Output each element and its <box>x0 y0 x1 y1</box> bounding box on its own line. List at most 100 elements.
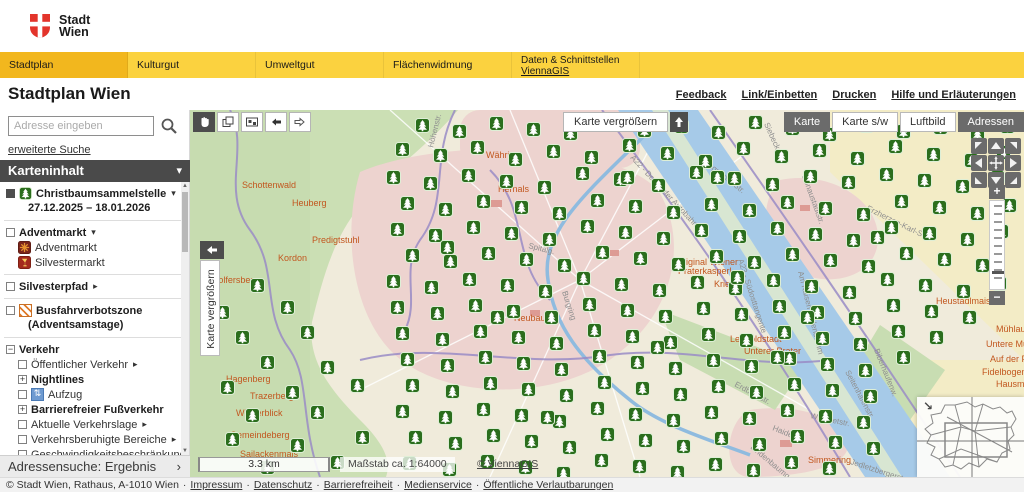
scrollbar-thumb[interactable] <box>182 192 188 252</box>
tree-marker[interactable] <box>927 148 941 162</box>
tree-marker[interactable] <box>829 436 843 450</box>
tree-marker[interactable] <box>441 359 455 373</box>
tree-marker[interactable] <box>859 364 873 378</box>
tree-marker[interactable] <box>781 196 795 210</box>
tree-marker[interactable] <box>691 276 705 290</box>
tree-marker[interactable] <box>236 331 250 345</box>
tree-marker[interactable] <box>633 460 647 474</box>
footer-link-impressum[interactable]: Impressum <box>190 479 242 491</box>
tree-marker[interactable] <box>585 151 599 165</box>
tree-marker[interactable] <box>449 437 463 451</box>
tree-marker[interactable] <box>821 358 835 372</box>
tree-marker[interactable] <box>805 280 819 294</box>
layer-list-scrollbar[interactable]: ▲ ▼ <box>181 182 189 455</box>
tree-marker[interactable] <box>477 195 491 209</box>
tab-flaechenwidmung[interactable]: Flächenwidmung <box>384 52 512 78</box>
tree-marker[interactable] <box>925 305 939 319</box>
karteninhalt-header[interactable]: Karteninhalt ▾ <box>0 160 190 182</box>
tree-marker[interactable] <box>880 168 894 182</box>
drucken-link[interactable]: Drucken <box>832 89 876 101</box>
tree-marker[interactable] <box>543 233 557 247</box>
tree-marker[interactable] <box>819 410 833 424</box>
tree-marker[interactable] <box>737 142 751 156</box>
tree-marker[interactable] <box>733 230 747 244</box>
tree-marker[interactable] <box>387 171 401 185</box>
tree-marker[interactable] <box>804 170 818 184</box>
tree-marker[interactable] <box>871 231 885 245</box>
tree-marker[interactable] <box>520 253 534 267</box>
tree-marker[interactable] <box>710 250 724 264</box>
tree-marker[interactable] <box>281 301 295 315</box>
pan-northeast-button[interactable] <box>1005 138 1021 154</box>
layer-item-ffentlicher-verkehr[interactable]: Öffentlicher Verkehr▸ <box>0 357 182 372</box>
tree-marker[interactable] <box>919 279 933 293</box>
tree-marker[interactable] <box>773 300 787 314</box>
tree-marker[interactable] <box>391 223 405 237</box>
tree-marker[interactable] <box>583 298 597 312</box>
tree-marker[interactable] <box>446 385 460 399</box>
layer-item-aktuelle-verkehrslage[interactable]: Aktuelle Verkehrslage▸ <box>0 417 182 432</box>
tree-marker[interactable] <box>892 325 906 339</box>
tree-marker[interactable] <box>226 433 240 447</box>
view-button-karte[interactable]: Karte <box>784 112 830 132</box>
feedback-link[interactable]: Feedback <box>676 89 727 101</box>
tree-marker[interactable] <box>702 328 716 342</box>
tree-marker[interactable] <box>505 227 519 241</box>
tree-marker[interactable] <box>491 311 505 325</box>
collapse-up-button[interactable] <box>670 112 688 132</box>
tree-marker[interactable] <box>847 234 861 248</box>
tree-marker[interactable] <box>261 356 275 370</box>
tree-marker[interactable] <box>429 229 443 243</box>
tree-marker[interactable] <box>595 454 609 468</box>
tree-marker[interactable] <box>788 378 802 392</box>
tree-marker[interactable] <box>809 228 823 242</box>
tree-marker[interactable] <box>439 203 453 217</box>
tree-marker[interactable] <box>667 206 681 220</box>
tree-marker[interactable] <box>895 195 909 209</box>
view-button-karte-s-w[interactable]: Karte s/w <box>832 112 898 132</box>
expand-expander[interactable]: + <box>18 405 27 414</box>
tree-marker[interactable] <box>851 152 865 166</box>
overview-map[interactable]: ↘ <box>917 397 1024 477</box>
enlarge-map-vertical-button[interactable]: Karte vergrößern <box>200 260 220 356</box>
tree-marker[interactable] <box>431 307 445 321</box>
tree-marker[interactable] <box>862 260 876 274</box>
layer-checkbox[interactable] <box>18 390 27 399</box>
layer-checkbox[interactable] <box>18 420 27 429</box>
tree-marker[interactable] <box>709 458 723 472</box>
layer-checkbox[interactable] <box>6 228 15 237</box>
layer-item-verkehr[interactable]: −Verkehr <box>0 342 182 357</box>
tree-marker[interactable] <box>857 208 871 222</box>
tree-marker[interactable] <box>961 233 975 247</box>
tree-marker[interactable] <box>424 177 438 191</box>
tree-marker[interactable] <box>581 220 595 234</box>
tree-marker[interactable] <box>527 123 541 137</box>
tree-marker[interactable] <box>557 467 571 478</box>
tree-marker[interactable] <box>659 310 673 324</box>
tree-marker[interactable] <box>785 456 799 470</box>
tree-marker[interactable] <box>351 379 365 393</box>
tree-marker[interactable] <box>539 285 553 299</box>
tree-marker[interactable] <box>576 167 590 181</box>
tree-marker[interactable] <box>634 252 648 266</box>
layer-item-silvestermarkt[interactable]: Silvestermarkt <box>0 255 182 270</box>
tree-marker[interactable] <box>867 442 881 456</box>
tree-marker[interactable] <box>463 273 477 287</box>
tree-marker[interactable] <box>657 232 671 246</box>
tree-marker[interactable] <box>512 331 526 345</box>
footer-link-ffentliche-verlautbarungen[interactable]: Öffentliche Verlautbarungen <box>483 479 613 491</box>
tree-marker[interactable] <box>615 278 629 292</box>
tree-marker[interactable] <box>766 178 780 192</box>
tree-marker[interactable] <box>740 334 754 348</box>
tree-marker[interactable] <box>667 414 681 428</box>
tree-marker[interactable] <box>356 431 370 445</box>
tree-marker[interactable] <box>434 149 448 163</box>
tree-marker[interactable] <box>750 386 764 400</box>
tree-marker[interactable] <box>781 404 795 418</box>
tree-marker[interactable] <box>251 279 265 293</box>
tree-marker[interactable] <box>545 311 559 325</box>
tree-marker[interactable] <box>517 357 531 371</box>
tree-marker[interactable] <box>507 305 521 319</box>
tree-marker[interactable] <box>629 408 643 422</box>
tree-marker[interactable] <box>469 299 483 313</box>
